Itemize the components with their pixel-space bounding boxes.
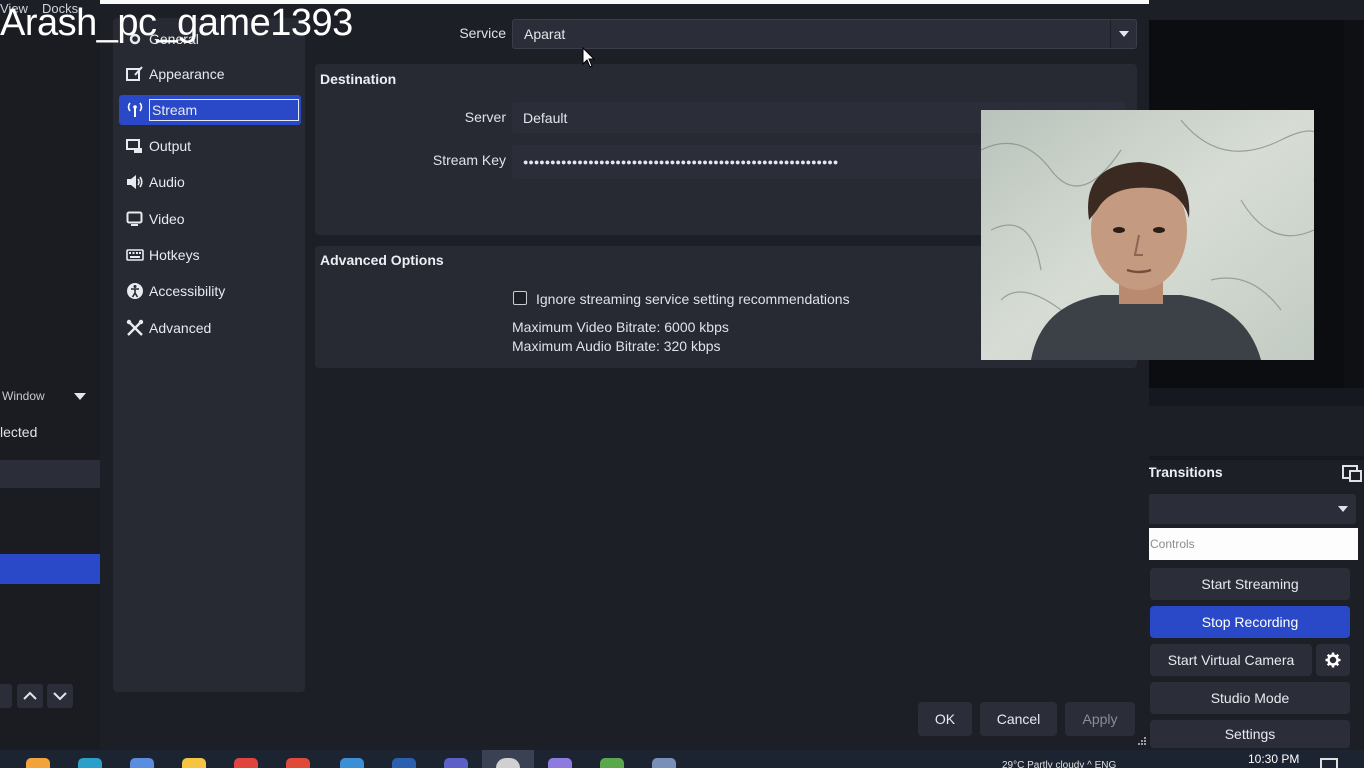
server-select-value: Default [523, 109, 568, 126]
transitions-title: Transitions [1148, 464, 1223, 480]
sidebar-item-label: Stream [149, 99, 299, 121]
sidebar-item-label: Advanced [149, 320, 212, 336]
mouse-cursor-icon [582, 47, 596, 68]
controls-dock-title: Controls [1148, 528, 1358, 560]
sidebar-item-accessibility[interactable]: Accessibility [119, 276, 301, 306]
taskbar-app-icon[interactable] [652, 758, 676, 768]
speaker-icon [125, 172, 145, 192]
selected-text: lected [0, 424, 38, 440]
stream-key-value: ●●●●●●●●●●●●●●●●●●●●●●●●●●●●●●●●●●●●●●●●… [523, 157, 839, 167]
stop-recording-button[interactable]: Stop Recording [1150, 606, 1350, 638]
antenna-icon [125, 100, 145, 120]
move-up-button[interactable] [17, 684, 43, 708]
taskbar-app-icon[interactable] [234, 758, 258, 768]
word-icon[interactable] [392, 758, 416, 768]
webcam-person-image [981, 110, 1314, 360]
filter-button[interactable] [0, 684, 12, 708]
output-icon [125, 136, 145, 156]
ok-button[interactable]: OK [918, 702, 972, 736]
resize-grip-icon[interactable] [1137, 736, 1147, 746]
accessibility-icon [125, 281, 145, 301]
edge-icon[interactable] [78, 758, 102, 768]
service-select[interactable]: Aparat [512, 19, 1137, 49]
destination-title: Destination [320, 71, 397, 87]
sidebar-item-advanced[interactable]: Advanced [119, 313, 301, 343]
sidebar-item-stream[interactable]: Stream [119, 95, 301, 125]
ignore-recommendations-checkbox[interactable] [513, 291, 527, 305]
list-item[interactable] [0, 460, 100, 488]
sidebar-item-hotkeys[interactable]: Hotkeys [119, 240, 301, 270]
taskbar-app-icon[interactable] [26, 758, 50, 768]
sidebar-item-output[interactable]: Output [119, 131, 301, 161]
gear-icon [1325, 652, 1341, 668]
taskbar-app-icon[interactable] [130, 758, 154, 768]
sidebar-item-appearance[interactable]: Appearance [119, 59, 301, 89]
settings-button[interactable]: Settings [1150, 720, 1350, 748]
start-virtual-camera-button[interactable]: Start Virtual Camera [1150, 644, 1312, 676]
system-tray[interactable]: 29°C Partly cloudy ^ ENG [1002, 760, 1116, 768]
chevron-up-icon [23, 691, 37, 700]
taskbar-clock[interactable]: 10:30 PM [1248, 752, 1299, 766]
chevron-down-icon [1110, 20, 1136, 48]
stream-key-input[interactable]: ●●●●●●●●●●●●●●●●●●●●●●●●●●●●●●●●●●●●●●●●… [512, 145, 982, 179]
ignore-recommendations-label[interactable]: Ignore streaming service setting recomme… [536, 291, 850, 307]
advanced-options-title: Advanced Options [320, 252, 444, 268]
palette-icon [125, 64, 145, 84]
webcam-overlay [981, 110, 1314, 360]
minecraft-icon[interactable] [600, 758, 624, 768]
apply-button[interactable]: Apply [1065, 702, 1135, 736]
chevron-down-icon [1338, 506, 1348, 512]
move-down-button[interactable] [47, 684, 73, 708]
list-item-selected[interactable] [0, 554, 100, 584]
sidebar-item-label: Audio [149, 174, 185, 190]
cancel-button[interactable]: Cancel [980, 702, 1057, 736]
service-select-value: Aparat [524, 26, 566, 42]
teams-icon[interactable] [444, 758, 468, 768]
sidebar-item-label: Appearance [149, 66, 225, 82]
wrench-icon [125, 318, 145, 338]
sidebar-item-video[interactable]: Video [119, 204, 301, 234]
max-video-bitrate-text: Maximum Video Bitrate: 6000 kbps [512, 319, 729, 335]
notification-icon[interactable] [1320, 758, 1338, 768]
sidebar-item-label: Accessibility [149, 283, 226, 299]
studio-mode-button[interactable]: Studio Mode [1150, 682, 1350, 714]
transition-select[interactable] [1148, 494, 1356, 524]
window-label: Window [2, 389, 45, 403]
obs-icon[interactable] [496, 758, 520, 768]
chevron-down-icon [53, 692, 67, 701]
start-streaming-button[interactable]: Start Streaming [1150, 568, 1350, 600]
settings-sidebar: General Appearance Stream Output Audio V… [113, 18, 305, 692]
stream-key-label: Stream Key [432, 152, 506, 168]
max-audio-bitrate-text: Maximum Audio Bitrate: 320 kbps [512, 338, 721, 354]
server-label: Server [464, 109, 506, 125]
keyboard-icon [125, 245, 145, 265]
taskbar-app-icon[interactable] [548, 758, 572, 768]
sidebar-item-label: Video [149, 211, 185, 227]
taskbar-app-icon[interactable] [340, 758, 364, 768]
service-label: Service [459, 25, 506, 41]
dock-spacer [1148, 406, 1364, 456]
sidebar-item-audio[interactable]: Audio [119, 167, 301, 197]
controls-dock: Transitions Controls Start Streaming Sto… [1148, 460, 1364, 750]
undock-icon[interactable] [1342, 465, 1362, 482]
virtual-camera-settings-button[interactable] [1316, 644, 1350, 676]
sidebar-item-label: Hotkeys [149, 247, 200, 263]
file-explorer-icon[interactable] [182, 758, 206, 768]
monitor-icon [125, 209, 145, 229]
sidebar-item-label: Output [149, 138, 192, 154]
window-dropdown-icon[interactable] [72, 388, 88, 404]
scenes-panel [0, 20, 100, 750]
chrome-icon[interactable] [286, 758, 310, 768]
streamer-watermark: Arash_pc_game1393 [0, 2, 353, 44]
